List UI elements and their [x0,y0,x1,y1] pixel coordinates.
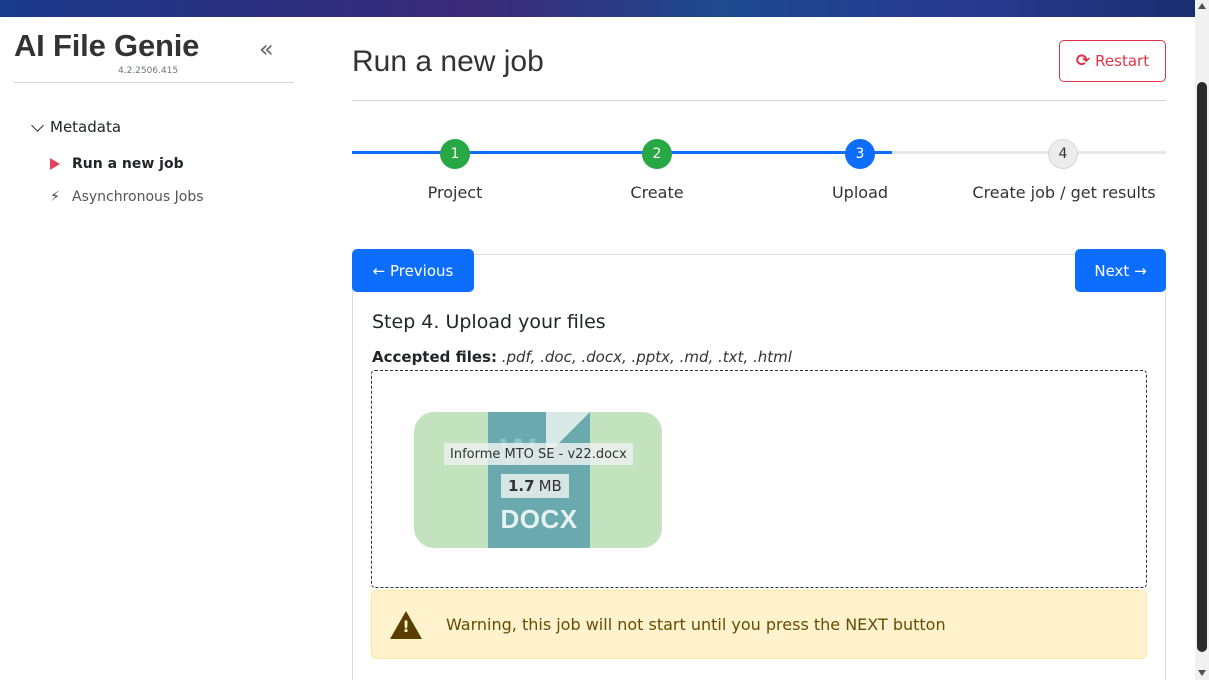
stepper-progress-line [352,151,892,154]
uploaded-file-tile[interactable]: W DOCX Informe MTO SE - v22.docx 1.7 MB [414,412,662,548]
page-title: Run a new job [352,45,544,78]
scroll-down-arrow-icon[interactable] [1198,670,1206,676]
accepted-file-types: .pdf, .doc, .docx, .pptx, .md, .txt, .ht… [501,348,792,366]
accepted-files-label: Accepted files: [372,348,497,366]
sidebar-divider [14,82,294,83]
bolt-icon: ⚡︎ [50,189,60,205]
sidebar-group-metadata[interactable]: Metadata [30,118,121,136]
warning-text: Warning, this job will not start until y… [446,615,946,634]
step-3-circle[interactable]: 3 [845,139,875,169]
refresh-icon: ⟳ [1075,51,1091,71]
sidebar-group-label: Metadata [50,118,122,136]
sidebar [0,17,300,680]
chevron-down-icon [31,118,44,132]
file-size: 1.7 MB [501,474,569,498]
vertical-scrollbar[interactable] [1195,0,1209,680]
sidebar-item-label: Run a new job [72,156,184,172]
step-1-label: Project [427,183,483,202]
next-button[interactable]: Next → [1075,249,1166,292]
file-size-value: 1.7 [508,477,535,495]
scrollbar-thumb[interactable] [1197,82,1207,652]
app-version: 4.2.2506.415 [118,66,179,76]
sidebar-item-asynchronous-jobs[interactable]: ⚡︎ Asynchronous Jobs [46,189,204,205]
step-4-label: Create job / get results [972,183,1156,202]
accepted-files-line: Accepted files: .pdf, .doc, .docx, .pptx… [372,348,792,366]
step-4-circle[interactable]: 4 [1048,139,1078,169]
stepper-remaining-line [892,151,1166,154]
restart-button[interactable]: ⟳ Restart [1059,40,1166,82]
warning-triangle-icon: ! [390,610,422,639]
sidebar-item-label: Asynchronous Jobs [72,189,204,205]
restart-button-label: Restart [1095,52,1150,70]
step-2-circle[interactable]: 2 [642,139,672,169]
file-size-unit: MB [538,477,562,495]
collapse-sidebar-icon[interactable]: « [259,37,274,61]
header-divider [352,100,1166,101]
scroll-up-arrow-icon[interactable] [1198,3,1206,9]
warning-alert: ! Warning, this job will not start until… [371,590,1147,659]
step-1-circle[interactable]: 1 [440,139,470,169]
top-banner [0,0,1195,17]
file-name: Informe MTO SE - v22.docx [444,443,633,465]
upload-step-heading: Step 4. Upload your files [372,311,606,333]
step-2-label: Create [630,183,684,202]
play-icon [46,158,64,170]
step-3-label: Upload [831,183,889,202]
sidebar-item-run-new-job[interactable]: Run a new job [46,156,184,172]
previous-button[interactable]: ← Previous [352,249,474,292]
app-title: AI File Genie [14,28,200,63]
file-extension-label: DOCX [500,504,578,534]
